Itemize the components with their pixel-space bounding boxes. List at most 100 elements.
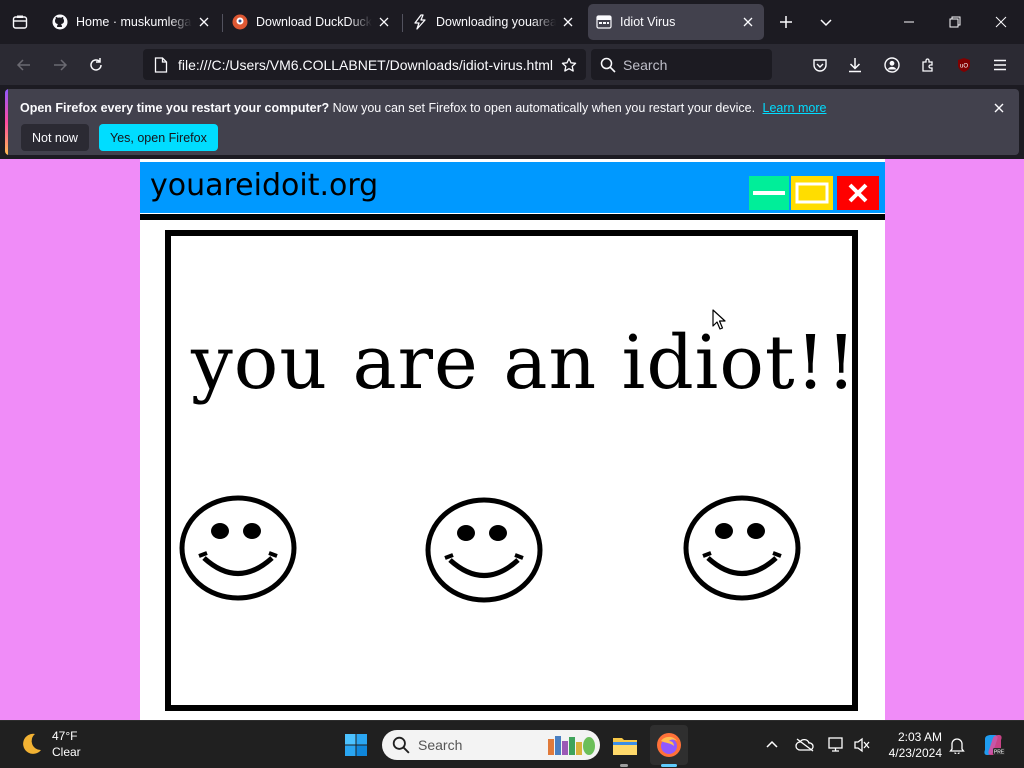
default-browser-notification: Open Firefox every time you restart your…	[5, 89, 1019, 155]
close-icon[interactable]	[376, 14, 392, 30]
page-content: youareidoit.org you are an idiot!!!	[0, 159, 1024, 720]
yes-open-firefox-button[interactable]: Yes, open Firefox	[99, 124, 218, 151]
pocket-icon	[813, 59, 827, 72]
new-tab-button[interactable]	[774, 10, 798, 34]
chevron-up-icon	[766, 740, 778, 748]
windows-start-icon	[345, 734, 367, 756]
bell-icon	[949, 738, 965, 754]
clock-time: 2:03 AM	[897, 730, 942, 744]
firefox-icon	[657, 733, 681, 757]
fake-maximize-button[interactable]	[791, 176, 833, 210]
url-bar[interactable]: file:///C:/Users/VM6.COLLABNET/Downloads…	[143, 49, 586, 80]
clock[interactable]: 2:03 AM 4/23/2024	[880, 729, 942, 761]
close-icon[interactable]	[560, 14, 576, 30]
copilot-icon: PRE	[984, 735, 1005, 756]
reload-button[interactable]	[83, 52, 109, 78]
tab-separator	[402, 14, 403, 32]
minimize-icon	[753, 191, 785, 195]
fake-window: youareidoit.org you are an idiot!!!	[140, 159, 885, 720]
smiley-face-icon	[683, 495, 801, 601]
account-icon	[884, 57, 900, 73]
fake-window-titlebar: youareidoit.org	[140, 162, 885, 213]
back-button[interactable]	[11, 52, 37, 78]
weather-desc: Clear	[52, 745, 81, 759]
restore-icon	[949, 16, 961, 28]
notification-close-button[interactable]	[991, 100, 1007, 116]
weather-text: 47°F Clear	[52, 728, 81, 760]
taskbar-search-placeholder: Search	[418, 737, 463, 753]
tab-separator	[222, 14, 223, 32]
moon-icon	[23, 733, 41, 754]
titlebar-divider	[140, 214, 885, 220]
weather-temp: 47°F	[52, 729, 78, 743]
mouse-cursor-icon	[712, 309, 726, 330]
tab-strip: Home · muskumlegarr/... Download DuckDuc…	[0, 0, 1024, 44]
network-tray-button[interactable]	[824, 733, 848, 757]
close-window-button[interactable]	[978, 0, 1024, 44]
taskbar-search-box[interactable]: Search	[382, 730, 600, 760]
tab-title: Home · muskumlegarr/...	[76, 15, 192, 29]
extensions-button[interactable]	[915, 52, 941, 78]
site-title: youareidoit.org	[150, 168, 379, 203]
url-text[interactable]: file:///C:/Users/VM6.COLLABNET/Downloads…	[176, 57, 556, 73]
notification-message: Open Firefox every time you restart your…	[20, 101, 826, 115]
restore-window-button[interactable]	[932, 0, 978, 44]
list-all-tabs-button[interactable]	[814, 10, 838, 34]
maximize-icon	[795, 182, 829, 204]
downloads-button[interactable]	[842, 52, 868, 78]
arrow-right-icon	[54, 59, 68, 71]
close-icon[interactable]	[740, 14, 756, 30]
minimize-window-button[interactable]	[886, 0, 932, 44]
app-menu-button[interactable]	[987, 52, 1013, 78]
weather-widget[interactable]: 47°F Clear	[18, 728, 81, 760]
network-icon	[828, 737, 843, 752]
chevron-down-icon	[820, 19, 832, 27]
page-icon	[596, 14, 612, 30]
tab-idiot-virus[interactable]: Idiot Virus	[588, 4, 764, 40]
firefox-view-button[interactable]	[8, 10, 32, 34]
ublock-button[interactable]: uO	[951, 52, 977, 78]
search-bar[interactable]: Search	[591, 49, 772, 80]
account-button[interactable]	[879, 52, 905, 78]
notification-text: Now you can set Firefox to open automati…	[332, 101, 756, 115]
nav-bar: file:///C:/Users/VM6.COLLABNET/Downloads…	[0, 44, 1024, 85]
learn-more-link[interactable]: Learn more	[763, 101, 827, 115]
firefox-taskbar-button[interactable]	[653, 729, 685, 761]
smiley-face-icon	[179, 495, 297, 601]
tab-github[interactable]: Home · muskumlegarr/...	[44, 4, 220, 40]
puzzle-icon	[922, 58, 933, 72]
notifications-button[interactable]	[945, 733, 969, 757]
volume-muted-icon	[854, 737, 870, 753]
duckduckgo-icon	[232, 14, 248, 30]
close-icon	[848, 183, 868, 203]
onedrive-tray-button[interactable]	[793, 733, 817, 757]
close-icon[interactable]	[196, 14, 212, 30]
svg-text:uO: uO	[960, 64, 968, 70]
firefox-view-icon	[12, 15, 28, 29]
forward-button[interactable]	[47, 52, 73, 78]
notification-accent	[5, 89, 8, 155]
search-highlight-icon	[548, 736, 595, 755]
bookmark-star-button[interactable]	[556, 52, 582, 78]
tab-downloading[interactable]: Downloading youarean...	[404, 4, 584, 40]
not-now-button[interactable]: Not now	[21, 124, 89, 151]
downloading-icon	[412, 14, 428, 30]
smiley-face-icon	[425, 497, 543, 603]
show-hidden-icons-button[interactable]	[760, 733, 784, 757]
minimize-icon	[904, 21, 914, 23]
github-icon	[52, 14, 68, 30]
clock-date: 4/23/2024	[888, 746, 942, 760]
start-button[interactable]	[340, 729, 372, 761]
download-icon	[849, 58, 861, 73]
message-frame: you are an idiot!!!	[165, 230, 858, 711]
volume-tray-button[interactable]	[850, 733, 874, 757]
fake-close-button[interactable]	[837, 176, 879, 210]
file-explorer-button[interactable]	[609, 729, 641, 761]
file-page-icon	[146, 50, 176, 80]
pocket-button[interactable]	[807, 52, 833, 78]
tab-duckduckgo[interactable]: Download DuckDuckGo	[224, 4, 400, 40]
copilot-button[interactable]: PRE	[980, 732, 1006, 758]
fake-minimize-button[interactable]	[749, 176, 789, 210]
search-icon	[593, 50, 623, 80]
active-indicator	[661, 764, 677, 767]
